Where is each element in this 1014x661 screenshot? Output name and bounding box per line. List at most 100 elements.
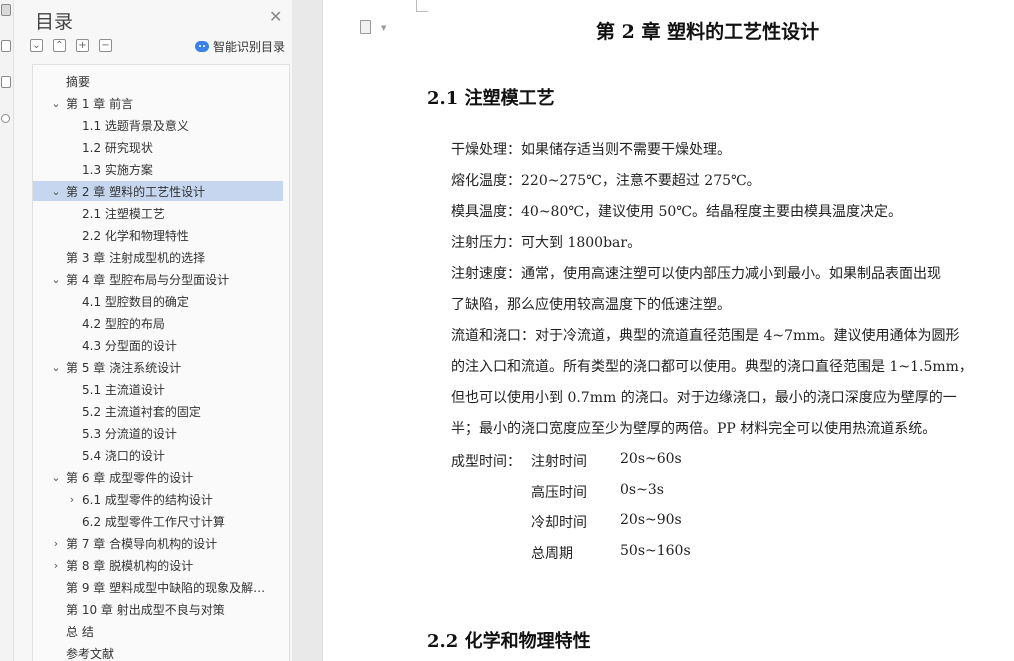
outline-title: 目录 — [35, 11, 74, 33]
remove-heading-button[interactable]: − — [99, 39, 112, 52]
add-heading-button[interactable]: + — [76, 39, 89, 52]
toc-item[interactable]: 参考文献 — [33, 643, 283, 661]
chevron-down-icon[interactable]: ⌄ — [50, 97, 62, 110]
chevron-down-icon[interactable]: ⌄ — [50, 273, 62, 286]
toc-item-label: 参考文献 — [66, 646, 115, 661]
toc-item[interactable]: ⌄ 第 4 章 型腔布局与分型面设计 — [33, 269, 283, 289]
toc-item-label: 第 8 章 脱模机构的设计 — [66, 558, 194, 573]
toc-item[interactable]: 1.3 实施方案 — [33, 159, 283, 179]
toc-item[interactable]: 5.2 主流道衬套的固定 — [33, 401, 283, 421]
toc-item-label: 5.1 主流道设计 — [82, 382, 165, 397]
toc-item-label: 第 7 章 合模导向机构的设计 — [66, 536, 218, 551]
paragraph-line: 流道和浇口：对于冷流道，典型的流道直径范围是 4~7mm。建议使用通体为圆形 — [451, 328, 960, 344]
paragraph-line: 熔化温度：220~275℃，注意不要超过 275℃。 — [451, 173, 761, 189]
toc-list: 摘要 ⌄ 第 1 章 前言 1.1 选题背景及意义 1.2 研究现状 1.3 实施方案 ⌄ 第… — [32, 64, 290, 661]
paragraph-line: 但也可以使用小到 0.7mm 的浇口。对于边缘浇口，最小的浇口深度应为壁厚的一 — [451, 390, 957, 406]
toc-item[interactable]: › 6.1 成型零件的结构设计 — [33, 489, 283, 509]
toc-item[interactable]: 1.2 研究现状 — [33, 137, 283, 157]
close-icon[interactable]: ✕ — [269, 9, 282, 25]
collapse-all-button[interactable]: ⌄ — [30, 39, 43, 52]
chapter-title: 第 2 章 塑料的工艺性设计 — [596, 21, 820, 43]
toc-item[interactable]: 第 3 章 注射成型机的选择 — [33, 247, 283, 267]
toc-item[interactable]: 4.1 型腔数目的确定 — [33, 291, 283, 311]
toc-item-label: 6.2 成型零件工作尺寸计算 — [82, 514, 225, 529]
toc-item-label: 第 10 章 射出成型不良与对策 — [66, 602, 225, 617]
molding-time-value: 20s~60s — [620, 451, 682, 467]
toc-item[interactable]: 5.4 浇口的设计 — [33, 445, 283, 465]
outline-toolbar: ⌄ ⌃ + − — [30, 39, 112, 53]
chevron-right-icon[interactable]: › — [50, 537, 62, 550]
toc-item[interactable]: 摘要 — [33, 71, 283, 91]
paragraph-line: 干燥处理：如果储存适当则不需要干燥处理。 — [451, 142, 731, 158]
molding-time-value: 0s~3s — [620, 482, 664, 498]
bookmark-icon[interactable] — [1, 40, 11, 52]
molding-time-value: 20s~90s — [620, 512, 682, 528]
toc-item-label: 2.1 注塑模工艺 — [82, 206, 165, 221]
page-thumbnail-icon[interactable] — [1, 76, 11, 88]
toc-item-label: 5.4 浇口的设计 — [82, 448, 165, 463]
toc-item[interactable]: 4.3 分型面的设计 — [33, 335, 283, 355]
molding-time-name: 高压时间 — [531, 485, 587, 501]
chevron-right-icon[interactable]: › — [50, 559, 62, 572]
toc-item-label: 4.2 型腔的布局 — [82, 316, 165, 331]
paragraph-line: 注射速度：通常，使用高速注塑可以使内部压力减小到最小。如果制品表面出现 — [451, 266, 941, 282]
toc-item[interactable]: 总 结 — [33, 621, 283, 641]
toc-item-label: 1.1 选题背景及意义 — [82, 118, 189, 133]
toc-item-label: 6.1 成型零件的结构设计 — [82, 492, 213, 507]
toc-item[interactable]: 6.2 成型零件工作尺寸计算 — [33, 511, 283, 531]
molding-time-name: 总周期 — [531, 546, 573, 562]
toc-item[interactable]: 第 10 章 射出成型不良与对策 — [33, 599, 283, 619]
toc-item-label: 第 1 章 前言 — [66, 96, 134, 111]
section-heading: 2.2 化学和物理特性 — [427, 631, 591, 652]
toc-item-label: 第 3 章 注射成型机的选择 — [66, 250, 206, 265]
toc-item[interactable]: › 第 8 章 脱模机构的设计 — [33, 555, 283, 575]
toc-item[interactable]: 第 9 章 塑料成型中缺陷的现象及解决方 ... — [33, 577, 283, 597]
paragraph-line: 模具温度：40~80℃，建议使用 50℃。结晶程度主要由模具温度决定。 — [451, 204, 902, 220]
toc-item[interactable]: 2.2 化学和物理特性 — [33, 225, 283, 245]
chevron-down-icon[interactable]: ⌄ — [50, 361, 62, 374]
robot-icon — [195, 41, 209, 52]
search-icon[interactable] — [1, 114, 10, 123]
toc-item[interactable]: 5.3 分流道的设计 — [33, 423, 283, 443]
chevron-down-icon[interactable]: ⌄ — [50, 185, 62, 198]
toc-item-label: 1.2 研究现状 — [82, 140, 153, 155]
paragraph-line: 的注入口和流道。所有类型的浇口都可以使用。典型的浇口直径范围是 1~1.5mm， — [451, 359, 973, 375]
toc-item-label: 摘要 — [66, 74, 91, 89]
toc-item-label: 第 5 章 浇注系统设计 — [66, 360, 182, 375]
outline-view-icon[interactable] — [1, 4, 11, 16]
toc-item-label: 4.3 分型面的设计 — [82, 338, 177, 353]
chevron-right-icon[interactable]: › — [66, 493, 78, 506]
toc-item-label: 1.3 实施方案 — [82, 162, 153, 177]
toc-item[interactable]: 4.2 型腔的布局 — [33, 313, 283, 333]
toc-item[interactable]: 2.1 注塑模工艺 — [33, 203, 283, 223]
paragraph-line: 半；最小的浇口宽度应至少为壁厚的两倍。PP 材料完全可以使用热流道系统。 — [451, 421, 937, 437]
molding-time-label: 成型时间： — [451, 454, 521, 470]
toc-item[interactable]: ⌄ 第 5 章 浇注系统设计 — [33, 357, 283, 377]
left-tool-rail — [0, 0, 14, 661]
toc-item-label: 第 6 章 成型零件的设计 — [66, 470, 194, 485]
toc-item-label: 总 结 — [66, 624, 94, 639]
expand-all-button[interactable]: ⌃ — [53, 39, 66, 52]
document-icon[interactable] — [360, 20, 371, 34]
molding-time-value: 50s~160s — [620, 543, 691, 559]
toc-item-label: 2.2 化学和物理特性 — [82, 228, 189, 243]
paragraph-line: 了缺陷，那么应使用较高温度下的低速注塑。 — [451, 297, 731, 313]
section-heading: 2.1 注塑模工艺 — [427, 88, 555, 109]
toc-item[interactable]: ⌄ 第 1 章 前言 — [33, 93, 283, 113]
toc-item[interactable]: 5.1 主流道设计 — [33, 379, 283, 399]
page-corner-mark — [416, 0, 428, 12]
chevron-down-icon[interactable]: ⌄ — [50, 471, 62, 484]
toc-item-label: 4.1 型腔数目的确定 — [82, 294, 189, 309]
molding-time-name: 冷却时间 — [531, 515, 587, 531]
molding-time-name: 注射时间 — [531, 454, 587, 470]
toc-item[interactable]: 1.1 选题背景及意义 — [33, 115, 283, 135]
toc-item-label: 第 9 章 塑料成型中缺陷的现象及解决方 ... — [66, 580, 275, 595]
toc-item-label: 第 4 章 型腔布局与分型面设计 — [66, 272, 230, 287]
toc-item-label: 5.3 分流道的设计 — [82, 426, 177, 441]
chevron-down-icon[interactable]: ▼ — [381, 24, 386, 32]
toc-item[interactable]: › 第 7 章 合模导向机构的设计 — [33, 533, 283, 553]
toc-item[interactable]: ⌄ 第 2 章 塑料的工艺性设计 — [33, 181, 283, 201]
toc-item-label: 5.2 主流道衬套的固定 — [82, 404, 201, 419]
smart-toc-button[interactable]: 智能识别目录 — [195, 38, 285, 55]
toc-item[interactable]: ⌄ 第 6 章 成型零件的设计 — [33, 467, 283, 487]
